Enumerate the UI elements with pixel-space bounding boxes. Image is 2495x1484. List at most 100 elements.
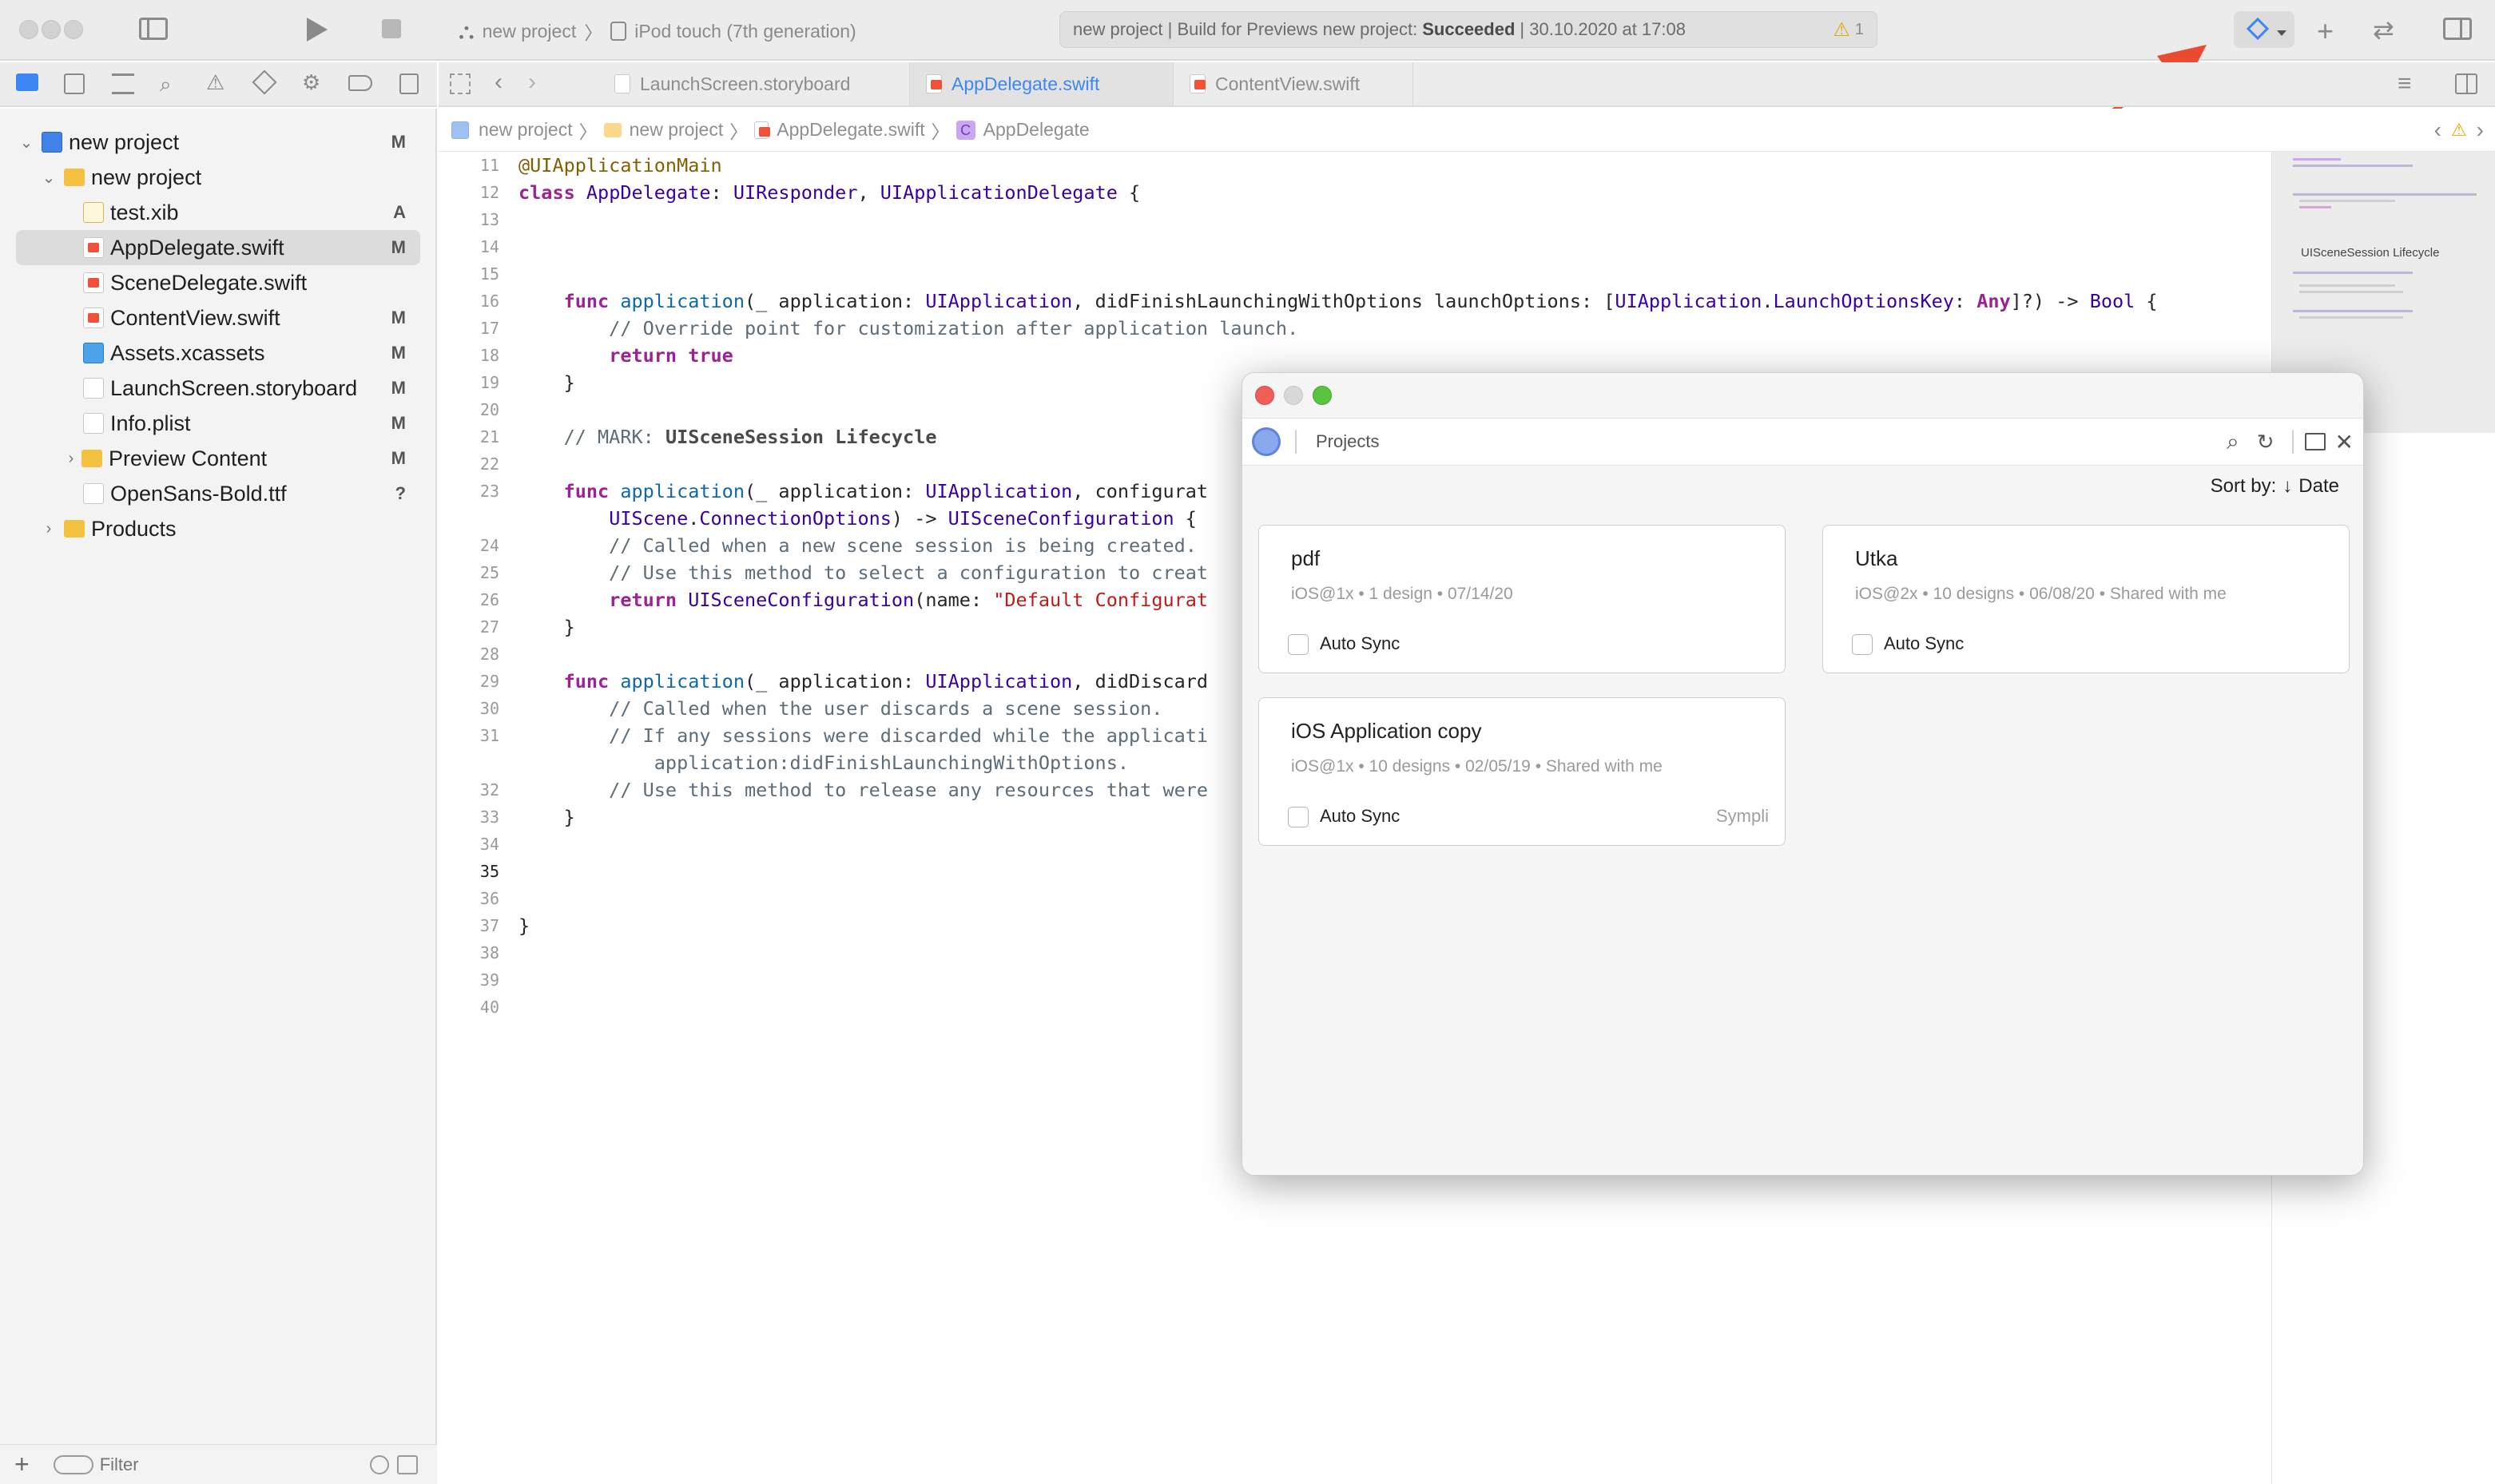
extension-button[interactable] [2234, 11, 2294, 48]
sidebar-item-label: test.xib [110, 200, 179, 224]
minimap-line [2293, 165, 2413, 167]
sidebar-item-project[interactable]: ⌄ new project M [16, 125, 420, 160]
line-number: 19 [479, 373, 499, 392]
line-number: 14 [479, 237, 499, 256]
find-icon[interactable]: ⌕ [160, 72, 172, 97]
grid-icon[interactable] [450, 73, 471, 94]
device-name[interactable]: iPod touch (7th generation) [634, 21, 856, 42]
next-issue-icon[interactable]: › [2477, 117, 2484, 143]
tab-launchscreen[interactable]: LaunchScreen.storyboard [598, 62, 910, 105]
sidebar-item-contentview[interactable]: ContentView.swift M [83, 300, 420, 335]
back-icon[interactable]: ‹ [495, 69, 503, 96]
split-editor-icon[interactable] [2455, 73, 2477, 94]
close-window-button[interactable] [1255, 386, 1274, 405]
recent-files-icon[interactable] [369, 1454, 389, 1474]
sidebar-item-appdelegate[interactable]: AppDelegate.swift M [16, 230, 420, 265]
hierarchy-icon[interactable] [112, 73, 134, 94]
jumpbar-project[interactable]: new project [479, 119, 573, 141]
zoom-window-button[interactable] [64, 20, 83, 39]
sidebar-item-label: Assets.xcassets [110, 340, 265, 365]
sidebar-item-infoplist[interactable]: Info.plist M [83, 406, 420, 441]
jumpbar-group[interactable]: new project [630, 119, 724, 141]
avatar[interactable] [1252, 427, 1281, 456]
sidebar-item-preview-content[interactable]: › Preview Content M [61, 441, 420, 476]
project-icon [451, 121, 469, 139]
test-icon[interactable] [252, 69, 277, 95]
line-number: 34 [479, 835, 499, 854]
sidebar-toggle-icon[interactable] [139, 18, 168, 40]
code-line: } [518, 806, 575, 828]
code-line: application:didFinishLaunchingWithOption… [518, 752, 1130, 774]
scheme-selector[interactable]: ⛬ new project 〉 iPod touch (7th generati… [459, 18, 856, 45]
auto-sync-checkbox[interactable] [1288, 634, 1309, 655]
status-time: | 30.10.2020 at 17:08 [1520, 19, 1686, 39]
minimize-window-button[interactable] [42, 20, 61, 39]
project-card-pdf[interactable]: pdf iOS@1x • 1 design • 07/14/20 Auto Sy… [1258, 525, 1786, 673]
debug-icon[interactable]: ⚙ [302, 70, 320, 95]
line-number: 27 [479, 617, 499, 637]
add-icon[interactable]: + [2317, 14, 2334, 48]
sidebar-item-group[interactable]: ⌄ new project [38, 160, 420, 195]
run-icon[interactable] [307, 18, 328, 42]
chevron-down-icon[interactable]: ⌄ [16, 133, 37, 153]
warning-icon[interactable]: ⚠ [1833, 18, 1850, 42]
project-card-utka[interactable]: Utka iOS@2x • 10 designs • 06/08/20 • Sh… [1822, 525, 2350, 673]
zoom-window-button[interactable] [1313, 386, 1332, 405]
chevron-right-icon[interactable]: › [38, 520, 59, 538]
minimap-line [2299, 291, 2403, 293]
code-review-icon[interactable]: ⇄ [2373, 14, 2394, 45]
warning-icon[interactable]: ⚠ [2451, 120, 2467, 141]
sidebar-item-launchscreen[interactable]: LaunchScreen.storyboard M [83, 371, 420, 406]
stop-icon[interactable] [382, 19, 401, 38]
line-number: 26 [479, 590, 499, 609]
line-number: 35 [479, 862, 499, 881]
tab-appdelegate[interactable]: AppDelegate.swift [910, 62, 1174, 105]
project-navigator: ⌄ new project M ⌄ new project test.xib A… [0, 109, 437, 1484]
issue-icon[interactable]: ⚠ [206, 70, 224, 95]
scm-filter-icon[interactable] [396, 1454, 418, 1474]
code-line: } [518, 616, 575, 638]
chevron-down-icon[interactable]: ⌄ [38, 168, 59, 188]
sidebar-item-test-xib[interactable]: test.xib A [83, 195, 420, 230]
minimap-line [2299, 206, 2331, 208]
sidebar-item-products[interactable]: › Products [38, 511, 420, 546]
sidebar-item-font[interactable]: OpenSans-Bold.ttf ? [83, 476, 420, 511]
search-icon[interactable]: ⌕ [2227, 429, 2239, 455]
sort-control[interactable]: Sort by: ↓ Date [2211, 475, 2339, 498]
brand-label: Sympli [1715, 806, 1769, 826]
editor-options-icon[interactable]: ≡ [2398, 70, 2412, 97]
report-icon[interactable] [399, 73, 419, 94]
sidebar-item-scenedelegate[interactable]: SceneDelegate.swift [83, 265, 420, 300]
auto-sync-checkbox[interactable] [1288, 807, 1309, 827]
filter-icon[interactable] [53, 1454, 93, 1474]
jumpbar-file[interactable]: AppDelegate.swift [777, 119, 924, 141]
sidebar-item-label: AppDelegate.swift [110, 235, 284, 260]
storyboard-icon [83, 378, 104, 399]
close-icon[interactable]: ✕ [2335, 429, 2354, 455]
project-card-ios-application-copy[interactable]: iOS Application copy iOS@1x • 10 designs… [1258, 697, 1786, 846]
sidebar-item-assets[interactable]: Assets.xcassets M [83, 335, 420, 371]
add-file-icon[interactable]: + [14, 1450, 30, 1479]
breakpoint-icon[interactable] [348, 75, 372, 91]
jumpbar-symbol[interactable]: AppDelegate [983, 119, 1090, 141]
minimap-line [2293, 158, 2341, 161]
previous-issue-icon[interactable]: ‹ [2434, 117, 2441, 143]
search-field[interactable]: Projects [1316, 431, 1379, 452]
detach-window-icon[interactable] [2304, 433, 2326, 450]
minimap-line [2293, 193, 2477, 196]
code-line: } [518, 371, 575, 394]
tab-contentview[interactable]: ContentView.swift [1174, 62, 1413, 105]
minimize-window-button[interactable] [1284, 386, 1303, 405]
auto-sync-checkbox[interactable] [1852, 634, 1873, 655]
source-control-icon[interactable] [64, 73, 85, 94]
close-window-button[interactable] [19, 20, 38, 39]
chevron-right-icon[interactable]: › [61, 450, 81, 468]
build-status: new project | Build for Previews new pro… [1059, 11, 1877, 48]
folder-icon [81, 450, 102, 467]
filter-input[interactable] [99, 1454, 364, 1475]
folder-icon[interactable] [16, 73, 38, 91]
code-line: UIScene.ConnectionOptions) -> UISceneCon… [609, 507, 1197, 530]
inspector-toggle-icon[interactable] [2443, 18, 2472, 40]
refresh-icon[interactable]: ↻ [2257, 430, 2275, 454]
forward-icon[interactable]: › [528, 69, 536, 96]
